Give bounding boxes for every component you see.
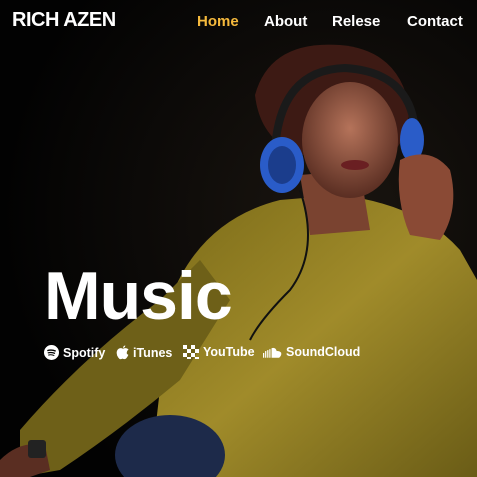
- youtube-label: YouTube: [203, 345, 255, 359]
- singer-with-headphones-photo: [0, 0, 477, 477]
- soundcloud-link[interactable]: SoundCloud: [263, 345, 360, 359]
- spotify-icon: [44, 345, 63, 360]
- top-navigation: RICH AZEN Home About Relese Contact: [0, 0, 477, 44]
- nav-home-link[interactable]: Home: [197, 13, 239, 30]
- youtube-link[interactable]: YouTube: [183, 345, 255, 359]
- spotify-label: Spotify: [63, 345, 106, 360]
- nav-about-link[interactable]: About: [264, 13, 307, 30]
- soundcloud-icon: [263, 347, 286, 358]
- brand-logo[interactable]: RICH AZEN: [12, 9, 116, 32]
- youtube-icon: [183, 345, 203, 359]
- hero-section: RICH AZEN Home About Relese Contact Musi…: [0, 0, 477, 477]
- apple-icon: [116, 345, 133, 360]
- soundcloud-label: SoundCloud: [286, 345, 361, 359]
- nav-relese-link[interactable]: Relese: [332, 13, 380, 30]
- nav-contact-link[interactable]: Contact: [407, 13, 463, 30]
- itunes-link[interactable]: iTunes: [116, 345, 172, 360]
- hero-title: Music: [44, 258, 233, 334]
- itunes-label: iTunes: [133, 345, 173, 360]
- spotify-link[interactable]: Spotify: [44, 345, 105, 360]
